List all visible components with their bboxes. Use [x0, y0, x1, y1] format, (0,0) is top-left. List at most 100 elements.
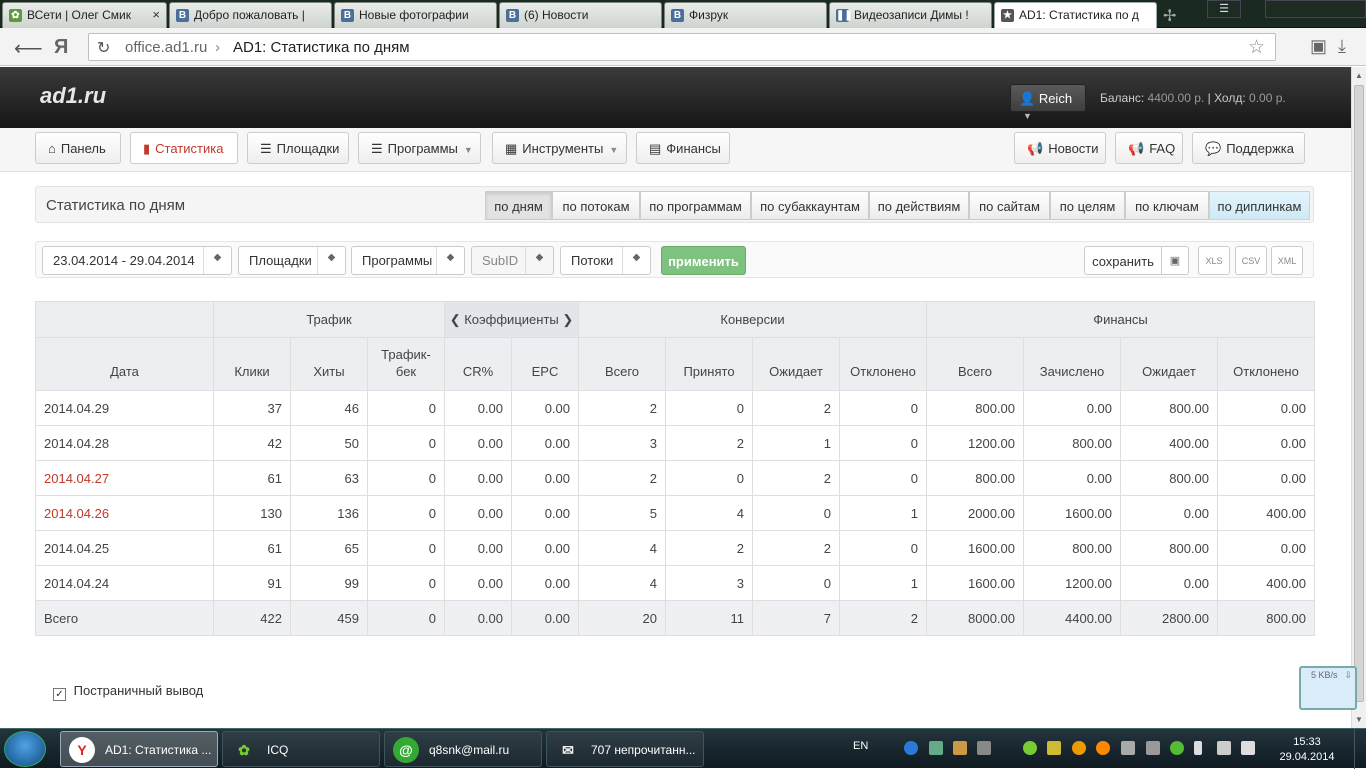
- user-menu-button[interactable]: 👤 Reich ▼: [1010, 84, 1086, 121]
- image-download-icon[interactable]: ▣: [1310, 36, 1327, 57]
- nvidia-icon[interactable]: [1170, 741, 1184, 755]
- tray-app-icon[interactable]: [1096, 741, 1110, 755]
- chevron-left-icon[interactable]: ❮: [450, 312, 461, 327]
- col-fin-pending[interactable]: Ожидает: [1120, 337, 1218, 391]
- view-by-subaccounts[interactable]: по субаккаунтам: [751, 191, 869, 220]
- checkbox[interactable]: ✓: [53, 688, 66, 701]
- scroll-up-icon[interactable]: ▲: [1355, 71, 1363, 80]
- reload-icon[interactable]: ↻: [97, 38, 110, 58]
- export-xls-button[interactable]: XLS: [1198, 246, 1230, 275]
- taskbar-item-mail[interactable]: ✉ 707 непрочитанн...: [546, 731, 704, 767]
- battery-icon[interactable]: [1194, 741, 1202, 755]
- platforms-select[interactable]: Площадки ◆: [238, 246, 346, 275]
- nav-programs[interactable]: ☰ Программы ▼: [358, 132, 481, 164]
- col-conv-rejected[interactable]: Отклонено: [839, 337, 927, 391]
- nav-support[interactable]: 💬 Поддержка: [1192, 132, 1305, 164]
- tray-app-icon[interactable]: [1072, 741, 1086, 755]
- page-scrollbar[interactable]: ▲ ▼: [1351, 67, 1366, 728]
- col-hits[interactable]: Хиты: [290, 337, 368, 391]
- row-date[interactable]: 2014.04.27: [35, 460, 214, 496]
- new-tab-icon[interactable]: ✢: [1163, 6, 1176, 26]
- export-xml-button[interactable]: XML: [1271, 246, 1303, 275]
- streams-select[interactable]: Потоки ◆: [560, 246, 651, 275]
- browser-tab-vk-welcome[interactable]: В Добро пожаловать |: [169, 2, 332, 28]
- col-trafficback[interactable]: Трафик-бек: [367, 337, 445, 391]
- col-conv-pending[interactable]: Ожидает: [752, 337, 840, 391]
- tab-close-icon[interactable]: ×: [152, 7, 160, 22]
- view-by-streams[interactable]: по потокам: [552, 191, 640, 220]
- view-by-goals[interactable]: по целям: [1050, 191, 1125, 220]
- row-date[interactable]: 2014.04.28: [35, 425, 214, 461]
- view-by-programs[interactable]: по программам: [640, 191, 751, 220]
- nav-faq[interactable]: 📢 FAQ: [1115, 132, 1183, 164]
- floppy-disk-icon[interactable]: ▣: [1161, 246, 1189, 275]
- tray-app-icon[interactable]: [1121, 741, 1135, 755]
- update-arrow-icon[interactable]: [1047, 741, 1061, 755]
- row-date[interactable]: 2014.04.29: [35, 390, 214, 426]
- view-by-actions[interactable]: по действиям: [869, 191, 969, 220]
- scroll-down-icon[interactable]: ▼: [1355, 715, 1363, 724]
- browser-tab-vk-photos[interactable]: В Новые фотографии: [334, 2, 497, 28]
- window-controls[interactable]: [1265, 0, 1366, 18]
- nav-tools[interactable]: ▦ Инструменты ▼: [492, 132, 627, 164]
- col-cr[interactable]: CR%: [444, 337, 512, 391]
- system-clock[interactable]: 15:33 29.04.2014: [1276, 735, 1338, 765]
- network-speed-widget[interactable]: 5 KB/s ⇩: [1299, 666, 1357, 710]
- browser-menu-icon[interactable]: ☰: [1207, 0, 1241, 18]
- bookmark-star-icon[interactable]: ☆: [1248, 36, 1265, 59]
- icq-tray-icon[interactable]: [1023, 741, 1037, 755]
- view-by-days[interactable]: по дням: [485, 191, 552, 220]
- show-desktop-button[interactable]: [1354, 729, 1366, 769]
- browser-tab-vk-fizruk[interactable]: В Физрук: [664, 2, 827, 28]
- nav-finance[interactable]: ▤ Финансы: [636, 132, 730, 164]
- group-coefficients[interactable]: ❮ Коэффициенты ❯: [444, 301, 579, 338]
- nav-news[interactable]: 📢 Новости: [1014, 132, 1106, 164]
- pagination-toggle[interactable]: ✓ Постраничный вывод: [53, 683, 203, 701]
- col-conv-total[interactable]: Всего: [578, 337, 666, 391]
- col-epc[interactable]: EPC: [511, 337, 579, 391]
- col-fin-credited[interactable]: Зачислено: [1023, 337, 1121, 391]
- col-date[interactable]: Дата: [35, 337, 214, 391]
- programs-select[interactable]: Программы ◆: [351, 246, 465, 275]
- wifi-icon[interactable]: [1217, 741, 1231, 755]
- downloads-icon[interactable]: ⤓: [1338, 36, 1346, 57]
- export-csv-button[interactable]: CSV: [1235, 246, 1267, 275]
- col-fin-rejected[interactable]: Отклонено: [1217, 337, 1315, 391]
- col-clicks[interactable]: Клики: [213, 337, 291, 391]
- windows-start-button[interactable]: [4, 731, 46, 767]
- row-date[interactable]: 2014.04.25: [35, 530, 214, 566]
- taskbar-item-icq[interactable]: ✿ ICQ: [222, 731, 380, 767]
- browser-tab-video[interactable]: ❚❚ Видеозаписи Димы !: [829, 2, 992, 28]
- display-icon[interactable]: [977, 741, 991, 755]
- view-by-keys[interactable]: по ключам: [1125, 191, 1209, 220]
- apply-button[interactable]: применить: [661, 246, 746, 275]
- view-by-sites[interactable]: по сайтам: [969, 191, 1050, 220]
- language-indicator[interactable]: EN: [853, 740, 868, 752]
- subid-select[interactable]: SubID ◆: [471, 246, 554, 275]
- url-field[interactable]: ↻ office.ad1.ru › AD1: Статистика по дня…: [88, 33, 1276, 61]
- nav-statistics[interactable]: ▮ Статистика: [130, 132, 238, 164]
- bluetooth-icon[interactable]: [904, 741, 918, 755]
- col-fin-total[interactable]: Всего: [926, 337, 1024, 391]
- site-logo[interactable]: ad1.ru: [40, 83, 106, 109]
- taskbar-item-mail-agent[interactable]: @ q8snk@mail.ru: [384, 731, 542, 767]
- nav-panel[interactable]: ⌂ Панель: [35, 132, 121, 164]
- taskbar-item-browser[interactable]: Y AD1: Статистика ...: [60, 731, 218, 767]
- save-button[interactable]: сохранить: [1084, 246, 1162, 275]
- yandex-icon[interactable]: Я: [54, 36, 68, 59]
- volume-icon[interactable]: [1241, 741, 1255, 755]
- tray-app-icon[interactable]: [1146, 741, 1160, 755]
- row-date[interactable]: 2014.04.24: [35, 565, 214, 601]
- view-by-deeplinks[interactable]: по диплинкам: [1209, 191, 1310, 220]
- network-icon[interactable]: [929, 741, 943, 755]
- date-range-select[interactable]: 23.04.2014 - 29.04.2014 ◆: [42, 246, 232, 275]
- browser-tab-vk-news[interactable]: В (6) Новости: [499, 2, 662, 28]
- browser-tab-vseti[interactable]: ✿ ВСети | Олег Смик ×: [2, 2, 167, 28]
- nav-platforms[interactable]: ☰ Площадки: [247, 132, 349, 164]
- tray-app-icon[interactable]: [953, 741, 967, 755]
- back-arrow-icon[interactable]: ⟵: [14, 36, 43, 61]
- row-date[interactable]: 2014.04.26: [35, 495, 214, 531]
- chevron-right-icon[interactable]: ❯: [562, 312, 573, 327]
- scrollbar-thumb[interactable]: [1354, 85, 1364, 702]
- col-conv-accepted[interactable]: Принято: [665, 337, 753, 391]
